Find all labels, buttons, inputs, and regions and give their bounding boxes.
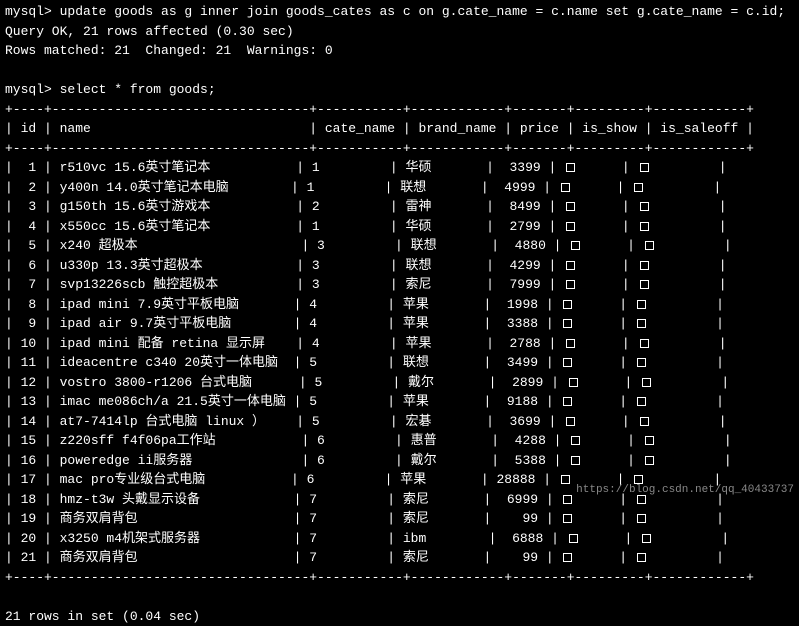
table-row: | 15 | z220sff f4f06pa工作站 | 6 | 惠普 | 428… bbox=[5, 431, 794, 451]
checkbox-icon bbox=[571, 436, 580, 445]
checkbox-icon bbox=[640, 202, 649, 211]
row-text: | 17 | mac pro专业级台式电脑 | 6 | 苹果 | 28888 | bbox=[5, 470, 559, 490]
blank-line bbox=[5, 61, 794, 81]
row-text: | 13 | imac me086ch/a 21.5英寸一体电脑 | 5 | 苹… bbox=[5, 392, 561, 412]
checkbox-icon bbox=[563, 514, 572, 523]
checkbox-icon bbox=[563, 300, 572, 309]
checkbox-icon bbox=[637, 397, 646, 406]
checkbox-icon bbox=[569, 534, 578, 543]
table-row: | 1 | r510vc 15.6英寸笔记本 | 1 | 华硕 | 3399 |… bbox=[5, 158, 794, 178]
row-text: | 6 | u330p 13.3英寸超极本 | 3 | 联想 | 4299 | bbox=[5, 256, 564, 276]
table-row: | 16 | poweredge ii服务器 | 6 | 戴尔 | 5388 |… bbox=[5, 451, 794, 471]
checkbox-icon bbox=[640, 280, 649, 289]
row-text: | 11 | ideacentre c340 20英寸一体电脑 | 5 | 联想… bbox=[5, 353, 561, 373]
checkbox-icon bbox=[566, 222, 575, 231]
checkbox-icon bbox=[640, 222, 649, 231]
table-row: | 9 | ipad air 9.7英寸平板电脑 | 4 | 苹果 | 3388… bbox=[5, 314, 794, 334]
rows-matched-result: Rows matched: 21 Changed: 21 Warnings: 0 bbox=[5, 41, 794, 61]
table-row: | 8 | ipad mini 7.9英寸平板电脑 | 4 | 苹果 | 199… bbox=[5, 295, 794, 315]
row-text: | 12 | vostro 3800-r1206 台式电脑 | 5 | 戴尔 |… bbox=[5, 373, 567, 393]
checkbox-icon bbox=[640, 261, 649, 270]
checkbox-icon bbox=[645, 456, 654, 465]
row-text: | 16 | poweredge ii服务器 | 6 | 戴尔 | 5388 | bbox=[5, 451, 569, 471]
checkbox-icon bbox=[642, 534, 651, 543]
table-row: | 6 | u330p 13.3英寸超极本 | 3 | 联想 | 4299 | … bbox=[5, 256, 794, 276]
row-text: | 7 | svp13226scb 触控超极本 | 3 | 索尼 | 7999 … bbox=[5, 275, 564, 295]
table-bottom-border: +----+---------------------------------+… bbox=[5, 568, 794, 588]
sql-select-command: mysql> select * from goods; bbox=[5, 80, 794, 100]
checkbox-icon bbox=[645, 436, 654, 445]
checkbox-icon bbox=[637, 358, 646, 367]
table-row: | 12 | vostro 3800-r1206 台式电脑 | 5 | 戴尔 |… bbox=[5, 373, 794, 393]
table-top-border: +----+---------------------------------+… bbox=[5, 100, 794, 120]
checkbox-icon bbox=[571, 241, 580, 250]
row-text: | 20 | x3250 m4机架式服务器 | 7 | ibm | 6888 | bbox=[5, 529, 567, 549]
table-row: | 11 | ideacentre c340 20英寸一体电脑 | 5 | 联想… bbox=[5, 353, 794, 373]
row-text: | 1 | r510vc 15.6英寸笔记本 | 1 | 华硕 | 3399 | bbox=[5, 158, 564, 178]
table-row: | 7 | svp13226scb 触控超极本 | 3 | 索尼 | 7999 … bbox=[5, 275, 794, 295]
table-row: | 4 | x550cc 15.6英寸笔记本 | 1 | 华硕 | 2799 |… bbox=[5, 217, 794, 237]
checkbox-icon bbox=[563, 319, 572, 328]
table-row: | 2 | y400n 14.0英寸笔记本电脑 | 1 | 联想 | 4999 … bbox=[5, 178, 794, 198]
table-row: | 13 | imac me086ch/a 21.5英寸一体电脑 | 5 | 苹… bbox=[5, 392, 794, 412]
row-text: | 19 | 商务双肩背包 | 7 | 索尼 | 99 | bbox=[5, 509, 561, 529]
checkbox-icon bbox=[637, 319, 646, 328]
row-text: | 14 | at7-7414lp 台式电脑 linux ） | 5 | 宏碁 … bbox=[5, 412, 564, 432]
checkbox-icon bbox=[569, 378, 578, 387]
table-row: | 14 | at7-7414lp 台式电脑 linux ） | 5 | 宏碁 … bbox=[5, 412, 794, 432]
query-ok-result: Query OK, 21 rows affected (0.30 sec) bbox=[5, 22, 794, 42]
row-text: | 5 | x240 超极本 | 3 | 联想 | 4880 | bbox=[5, 236, 569, 256]
row-text: | 21 | 商务双肩背包 | 7 | 索尼 | 99 | bbox=[5, 548, 561, 568]
checkbox-icon bbox=[571, 456, 580, 465]
table-row: | 10 | ipad mini 配备 retina 显示屏 | 4 | 苹果 … bbox=[5, 334, 794, 354]
checkbox-icon bbox=[566, 417, 575, 426]
row-text: | 3 | g150th 15.6英寸游戏本 | 2 | 雷神 | 8499 | bbox=[5, 197, 564, 217]
table-row: | 20 | x3250 m4机架式服务器 | 7 | ibm | 6888 |… bbox=[5, 529, 794, 549]
checkbox-icon bbox=[566, 339, 575, 348]
table-row: | 3 | g150th 15.6英寸游戏本 | 2 | 雷神 | 8499 |… bbox=[5, 197, 794, 217]
checkbox-icon bbox=[645, 241, 654, 250]
checkbox-icon bbox=[640, 339, 649, 348]
table-row: | 19 | 商务双肩背包 | 7 | 索尼 | 99 | | | bbox=[5, 509, 794, 529]
row-text: | 2 | y400n 14.0英寸笔记本电脑 | 1 | 联想 | 4999 … bbox=[5, 178, 559, 198]
checkbox-icon bbox=[637, 300, 646, 309]
checkbox-icon bbox=[637, 514, 646, 523]
table-row: | 5 | x240 超极本 | 3 | 联想 | 4880 | | | bbox=[5, 236, 794, 256]
row-text: | 18 | hmz-t3w 头戴显示设备 | 7 | 索尼 | 6999 | bbox=[5, 490, 561, 510]
checkbox-icon bbox=[563, 397, 572, 406]
checkbox-icon bbox=[563, 553, 572, 562]
row-text: | 9 | ipad air 9.7英寸平板电脑 | 4 | 苹果 | 3388… bbox=[5, 314, 561, 334]
checkbox-icon bbox=[640, 163, 649, 172]
checkbox-icon bbox=[566, 261, 575, 270]
checkbox-icon bbox=[563, 495, 572, 504]
table-header-row: | id | name | cate_name | brand_name | p… bbox=[5, 119, 794, 139]
watermark-url: https://blog.csdn.net/qq_40433737 bbox=[576, 482, 794, 499]
checkbox-icon bbox=[566, 280, 575, 289]
table-header-border: +----+---------------------------------+… bbox=[5, 139, 794, 159]
row-text: | 4 | x550cc 15.6英寸笔记本 | 1 | 华硕 | 2799 | bbox=[5, 217, 564, 237]
checkbox-icon bbox=[637, 553, 646, 562]
row-text: | 8 | ipad mini 7.9英寸平板电脑 | 4 | 苹果 | 199… bbox=[5, 295, 561, 315]
checkbox-icon bbox=[642, 378, 651, 387]
table-row: | 21 | 商务双肩背包 | 7 | 索尼 | 99 | | | bbox=[5, 548, 794, 568]
row-text: | 10 | ipad mini 配备 retina 显示屏 | 4 | 苹果 … bbox=[5, 334, 564, 354]
checkbox-icon bbox=[634, 183, 643, 192]
checkbox-icon bbox=[640, 417, 649, 426]
sql-update-command: mysql> update goods as g inner join good… bbox=[5, 2, 794, 22]
checkbox-icon bbox=[563, 358, 572, 367]
checkbox-icon bbox=[561, 183, 570, 192]
row-text: | 15 | z220sff f4f06pa工作站 | 6 | 惠普 | 428… bbox=[5, 431, 569, 451]
blank-line-2 bbox=[5, 587, 794, 607]
checkbox-icon bbox=[566, 163, 575, 172]
rows-in-set: 21 rows in set (0.04 sec) bbox=[5, 607, 794, 626]
checkbox-icon bbox=[561, 475, 570, 484]
checkbox-icon bbox=[566, 202, 575, 211]
